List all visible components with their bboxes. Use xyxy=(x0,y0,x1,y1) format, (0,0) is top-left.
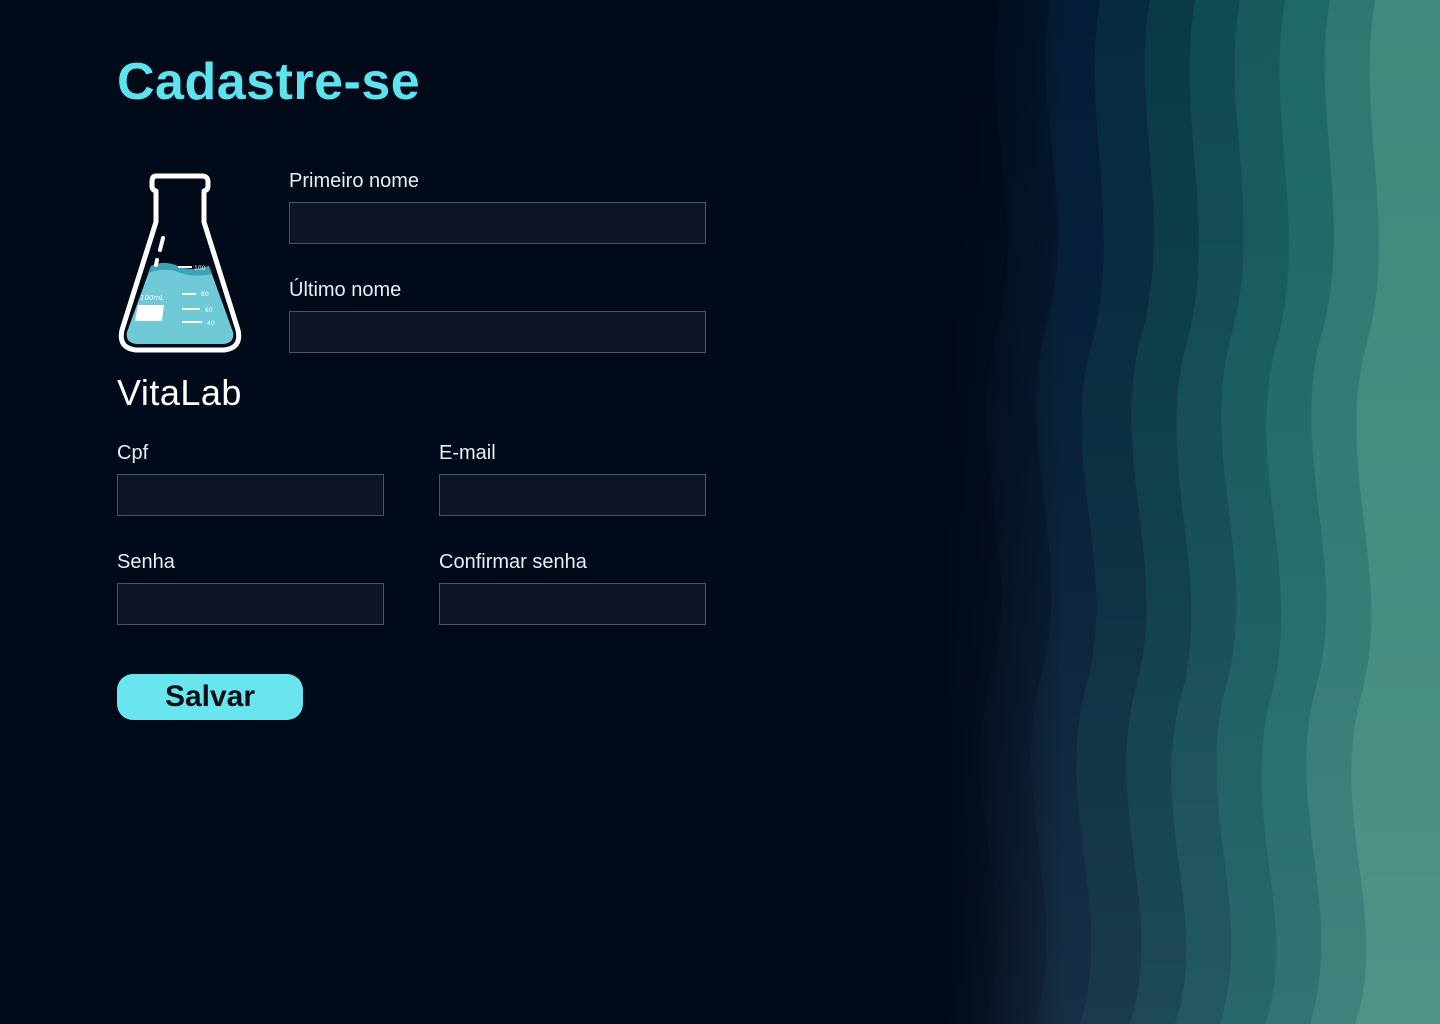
cpf-label: Cpf xyxy=(117,442,149,464)
last-name-label: Último nome xyxy=(289,279,402,301)
save-button[interactable]: Salvar xyxy=(117,674,303,720)
flask-mark-100: 100 xyxy=(194,265,206,272)
first-name-field: Primeiro nome xyxy=(289,169,706,244)
flask-volume-label: 100mL xyxy=(140,294,164,302)
confirm-password-input[interactable] xyxy=(439,583,706,625)
password-input[interactable] xyxy=(117,583,384,625)
cpf-input[interactable] xyxy=(117,474,384,516)
password-field: Senha xyxy=(117,550,384,625)
page-title: Cadastre-se xyxy=(117,53,421,111)
decorative-wave-background xyxy=(940,0,1440,1024)
flask-mark-80: 80 xyxy=(201,291,209,298)
confirm-password-label: Confirmar senha xyxy=(439,551,587,573)
email-label: E-mail xyxy=(439,442,496,464)
erlenmeyer-flask-icon: 100mL 100 80 60 40 xyxy=(118,173,242,353)
email-field: E-mail xyxy=(439,441,706,516)
first-name-input[interactable] xyxy=(289,202,706,244)
flask-mark-60: 60 xyxy=(205,307,213,314)
last-name-input[interactable] xyxy=(289,311,706,353)
last-name-field: Último nome xyxy=(289,278,706,353)
confirm-password-field: Confirmar senha xyxy=(439,550,706,625)
signup-page: Cadastre-se 100mL 100 80 60 40 VitaLab P… xyxy=(0,0,1440,1024)
email-input[interactable] xyxy=(439,474,706,516)
first-name-label: Primeiro nome xyxy=(289,170,420,192)
cpf-field: Cpf xyxy=(117,441,384,516)
password-label: Senha xyxy=(117,551,175,573)
brand-name: VitaLab xyxy=(117,372,242,413)
flask-mark-40: 40 xyxy=(207,320,215,327)
